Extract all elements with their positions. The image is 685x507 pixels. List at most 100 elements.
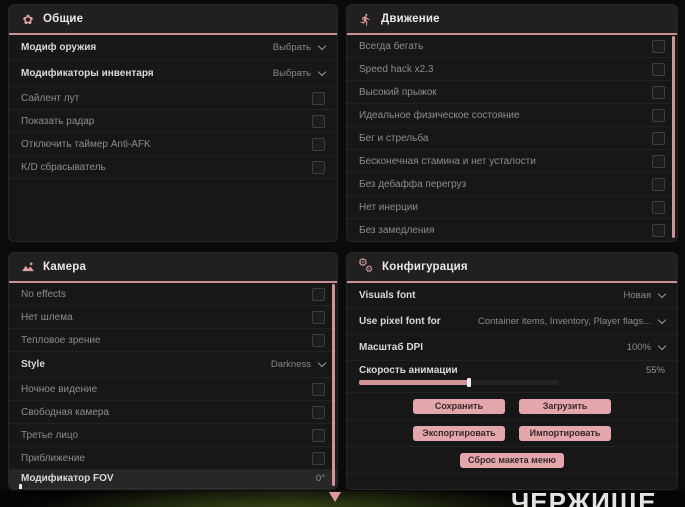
checkbox[interactable] <box>652 223 665 237</box>
checkbox[interactable] <box>652 177 665 191</box>
checkbox[interactable] <box>312 333 325 347</box>
row-label: Сайлент лут <box>21 92 80 104</box>
row-dropdown: Модиф оружия Выбрать <box>9 35 337 61</box>
row-checkbox: Идеальное физическое состояние <box>347 104 677 127</box>
checkbox[interactable] <box>652 62 665 76</box>
dropdown[interactable]: Выбрать <box>272 41 327 53</box>
checkbox[interactable] <box>652 39 665 53</box>
row-label: Масштаб DPI <box>359 342 423 353</box>
row-label: Третье лицо <box>21 429 79 441</box>
scrollbar[interactable] <box>332 284 335 486</box>
checkbox[interactable] <box>312 405 325 419</box>
panel-movement-rows: Всегда бегать Speed hack x2.3 Высокий прыж… <box>347 35 677 241</box>
row-checkbox: Бег и стрельба <box>347 127 677 150</box>
load-button[interactable]: Загрузить <box>519 398 611 414</box>
row-label: Тепловое зрение <box>21 334 101 346</box>
panel-title: Камера <box>43 261 87 273</box>
panel-camera-header[interactable]: Камера <box>9 253 337 283</box>
chevron-down-icon <box>657 341 667 351</box>
panel-movement-header[interactable]: Движение <box>347 5 677 35</box>
export-button[interactable]: Экспортировать <box>413 425 505 441</box>
panel-config-buttons: Сохранить Загрузить Экспортировать Импортир… <box>347 393 677 474</box>
row-label: Показать радар <box>21 115 95 127</box>
slider-handle[interactable] <box>19 484 22 489</box>
slider-track[interactable] <box>19 484 325 489</box>
checkbox[interactable] <box>312 382 325 396</box>
row-label: Style <box>21 359 45 370</box>
panel-config-header[interactable]: ⚙ ⚙ Конфигурация <box>347 253 677 283</box>
dropdown[interactable]: Новая <box>623 289 667 301</box>
row-label: Идеальное физическое состояние <box>359 109 520 121</box>
button-row: Сохранить Загрузить <box>347 393 677 420</box>
reset-menu-layout-button[interactable]: Сброс макета меню <box>460 452 564 468</box>
row-slider: Скорость анимации 55% <box>347 361 677 393</box>
slider <box>19 484 325 489</box>
checkbox[interactable] <box>312 428 325 442</box>
dropdown-value: Darkness <box>270 359 311 370</box>
slider <box>359 378 665 387</box>
checkbox[interactable] <box>312 137 325 151</box>
dropdown[interactable]: Container items, Inventory, Player flags… <box>478 315 667 327</box>
checkbox[interactable] <box>312 91 325 105</box>
checkbox[interactable] <box>652 85 665 99</box>
panel-title: Конфигурация <box>382 261 468 273</box>
row-checkbox: K/D сбрасыватель <box>9 156 337 179</box>
row-checkbox: Speed hack x2.3 <box>347 58 677 81</box>
row-checkbox: Всегда бегать <box>347 35 677 58</box>
row-slider: Модификатор FOV 0° <box>9 470 337 489</box>
checkbox[interactable] <box>652 154 665 168</box>
gears-icon: ⚙ ⚙ <box>358 256 374 274</box>
panel-title: Общие <box>43 13 84 25</box>
dropdown-value: 100% <box>626 342 651 353</box>
dropdown-value: Новая <box>623 290 651 301</box>
checkbox[interactable] <box>312 287 325 301</box>
save-button[interactable]: Сохранить <box>413 398 505 414</box>
scrollbar[interactable] <box>672 36 675 238</box>
dropdown[interactable]: Выбрать <box>273 67 327 79</box>
row-label: Бесконечная стамина и нет усталости <box>359 155 536 167</box>
row-checkbox: Без замедления <box>347 219 677 241</box>
row-checkbox: No effects <box>9 283 337 306</box>
dropdown[interactable]: 100% <box>626 341 667 353</box>
checkbox[interactable] <box>312 114 325 128</box>
checkbox[interactable] <box>652 200 665 214</box>
chevron-down-icon <box>657 315 667 325</box>
import-button[interactable]: Импортировать <box>519 425 611 441</box>
row-checkbox: Нет инерции <box>347 196 677 219</box>
dropdown[interactable]: Darkness <box>270 358 327 370</box>
checkbox[interactable] <box>652 108 665 122</box>
slider-track[interactable] <box>359 378 559 387</box>
panel-config: ⚙ ⚙ Конфигурация Visuals font Новая Use pi… <box>346 252 678 490</box>
chevron-down-icon <box>657 289 667 299</box>
row-label: Без замедления <box>359 224 435 236</box>
row-label: K/D сбрасыватель <box>21 161 106 173</box>
slider-handle[interactable] <box>467 378 471 387</box>
slider-fill <box>359 380 469 385</box>
background-player-nametag: ЧЕРЖИЩЕ <box>511 487 657 507</box>
image-mountain-icon <box>21 260 35 274</box>
row-label: Visuals font <box>359 290 416 301</box>
row-dropdown: Модификаторы инвентаря Выбрать <box>9 61 337 87</box>
gear-flower-icon: ✿ <box>22 11 34 27</box>
panel-general-rows: Модиф оружия Выбрать Модификаторы инвентар… <box>9 35 337 179</box>
row-label: Use pixel font for <box>359 316 441 327</box>
checkbox[interactable] <box>312 160 325 174</box>
row-label: Модификатор FOV <box>21 473 114 484</box>
checkbox[interactable] <box>312 451 325 465</box>
row-checkbox: Бесконечная стамина и нет усталости <box>347 150 677 173</box>
row-checkbox: Показать радар <box>9 110 337 133</box>
checkbox[interactable] <box>652 131 665 145</box>
row-label: No effects <box>21 288 66 300</box>
panel-camera: Камера No effects Нет шлема Тепловое зрени… <box>8 252 338 490</box>
row-label: Свободная камера <box>21 406 109 418</box>
checkbox[interactable] <box>312 310 325 324</box>
panel-general-header[interactable]: ✿ Общие <box>9 5 337 35</box>
row-checkbox: Высокий прыжок <box>347 81 677 104</box>
row-label: Speed hack x2.3 <box>359 63 434 75</box>
button-row: Сброс макета меню <box>347 447 677 474</box>
row-label: Всегда бегать <box>359 40 424 52</box>
row-checkbox: Отключить таймер Anti-AFK <box>9 133 337 156</box>
row-checkbox: Без дебаффа перегруз <box>347 173 677 196</box>
chevron-down-icon <box>317 41 327 51</box>
dropdown-value: Выбрать <box>272 42 311 53</box>
